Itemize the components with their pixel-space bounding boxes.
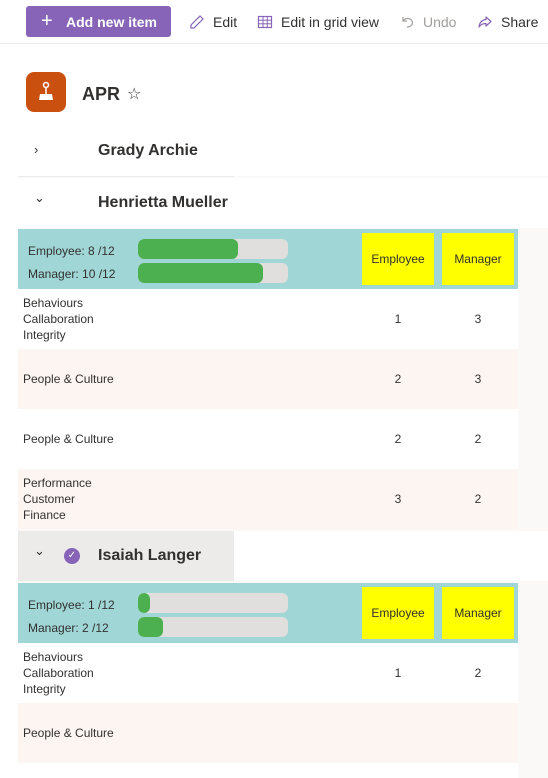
- group-summary: Employee: 1 /12 Manager: 2 /12 Employee …: [18, 583, 518, 643]
- list-row[interactable]: People & Culture 2 2: [18, 409, 518, 469]
- manager-progress-bar: [138, 617, 288, 637]
- category-line: Behaviours: [23, 650, 84, 664]
- group-header-isaiah-langer[interactable]: ⌄ ✓ Isaiah Langer: [18, 531, 548, 581]
- category-line: Behaviours: [23, 296, 84, 310]
- share-icon: [478, 16, 492, 28]
- manager-score: 2: [474, 492, 482, 506]
- employee-score: 3: [394, 492, 402, 506]
- manager-progress-fill: [138, 617, 164, 637]
- manager-score: 3: [474, 372, 482, 386]
- command-bar: + Add new item Edit Edit in grid view Un…: [0, 0, 548, 44]
- chevron-right-icon[interactable]: ›: [34, 142, 38, 157]
- list-row[interactable]: People & Culture 2 3: [18, 349, 518, 409]
- employee-score: 1: [394, 666, 402, 680]
- checkmark-icon[interactable]: ✓: [64, 548, 80, 564]
- manager-progress-bar: [138, 263, 288, 283]
- pin-icon: [39, 81, 53, 100]
- category-cell: People & Culture: [23, 371, 114, 387]
- employee-score: 1: [394, 312, 402, 326]
- group-header-henrietta-mueller[interactable]: ⌄ Henrietta Mueller: [18, 178, 548, 228]
- employee-progress-bar: [138, 239, 288, 259]
- category-line: People & Culture: [23, 432, 114, 446]
- category-line: People & Culture: [23, 726, 114, 740]
- pencil-icon: [190, 15, 204, 29]
- employee-column-header: Employee: [362, 233, 434, 285]
- employee-score-label: Employee: 1 /12: [28, 598, 115, 612]
- share-label: Share: [501, 14, 539, 30]
- manager-score-label: Manager: 10 /12: [28, 267, 116, 281]
- category-line: Integrity: [23, 328, 66, 342]
- list-row[interactable]: Behaviours Callaboration Integrity 1 3: [18, 289, 518, 349]
- group-name: Grady Archie: [98, 142, 198, 159]
- group-header-grady-archie[interactable]: › Grady Archie: [18, 126, 548, 176]
- category-line: Callaboration: [23, 666, 94, 680]
- employee-score: 2: [394, 372, 402, 386]
- list-row[interactable]: Performance Customer Finance 3 2: [18, 469, 518, 529]
- list-row[interactable]: [18, 763, 518, 778]
- list-logo-icon: [26, 72, 66, 112]
- list-row[interactable]: Behaviours Callaboration Integrity 1 2: [18, 643, 518, 703]
- category-cell: Performance Customer Finance: [23, 475, 92, 523]
- undo-button[interactable]: Undo: [399, 12, 456, 32]
- employee-score: 2: [394, 432, 402, 446]
- employee-column-header: Employee: [362, 587, 434, 639]
- category-cell: People & Culture: [23, 431, 114, 447]
- add-new-item-button[interactable]: + Add new item: [26, 6, 171, 37]
- manager-score-label: Manager: 2 /12: [28, 621, 109, 635]
- grouped-list: › Grady Archie ⌄ Henrietta Mueller Emplo…: [18, 126, 548, 778]
- divider: [18, 176, 234, 177]
- edit-label: Edit: [213, 14, 238, 30]
- edit-button[interactable]: Edit: [189, 12, 237, 32]
- category-cell: Behaviours Callaboration Integrity: [23, 295, 94, 343]
- chevron-down-icon[interactable]: ⌄: [34, 543, 45, 559]
- group-name: Henrietta Mueller: [98, 194, 228, 211]
- employee-progress-fill: [138, 239, 239, 259]
- category-line: Finance: [23, 508, 66, 522]
- category-line: Performance: [23, 476, 92, 490]
- manager-column-header: Manager: [442, 587, 514, 639]
- grid-icon: [257, 15, 273, 29]
- edit-in-grid-view-button[interactable]: Edit in grid view: [257, 12, 379, 32]
- undo-icon: [402, 17, 414, 28]
- favorite-star-icon[interactable]: ☆: [127, 84, 141, 104]
- manager-score: 3: [474, 312, 482, 326]
- group-name: Isaiah Langer: [98, 547, 202, 564]
- chevron-down-icon[interactable]: ⌄: [34, 190, 45, 206]
- category-line: Callaboration: [23, 312, 94, 326]
- category-line: Integrity: [23, 682, 66, 696]
- plus-icon: +: [41, 10, 53, 32]
- manager-progress-fill: [138, 263, 263, 283]
- category-line: People & Culture: [23, 372, 114, 386]
- employee-score-label: Employee: 8 /12: [28, 244, 115, 258]
- employee-progress-bar: [138, 593, 288, 613]
- manager-score: 2: [474, 432, 482, 446]
- undo-label: Undo: [423, 14, 457, 30]
- category-line: Customer: [23, 492, 76, 506]
- manager-score: 2: [474, 666, 482, 680]
- share-button[interactable]: Share: [477, 12, 538, 32]
- category-cell: Behaviours Callaboration Integrity: [23, 649, 94, 697]
- employee-progress-fill: [138, 593, 151, 613]
- add-new-item-label: Add new item: [66, 14, 158, 30]
- edit-in-grid-view-label: Edit in grid view: [281, 14, 380, 30]
- list-row[interactable]: People & Culture: [18, 703, 518, 763]
- page-title: APR: [82, 84, 121, 104]
- manager-column-header: Manager: [442, 233, 514, 285]
- group-summary: Employee: 8 /12 Manager: 10 /12 Employee…: [18, 229, 518, 289]
- category-cell: People & Culture: [23, 725, 114, 741]
